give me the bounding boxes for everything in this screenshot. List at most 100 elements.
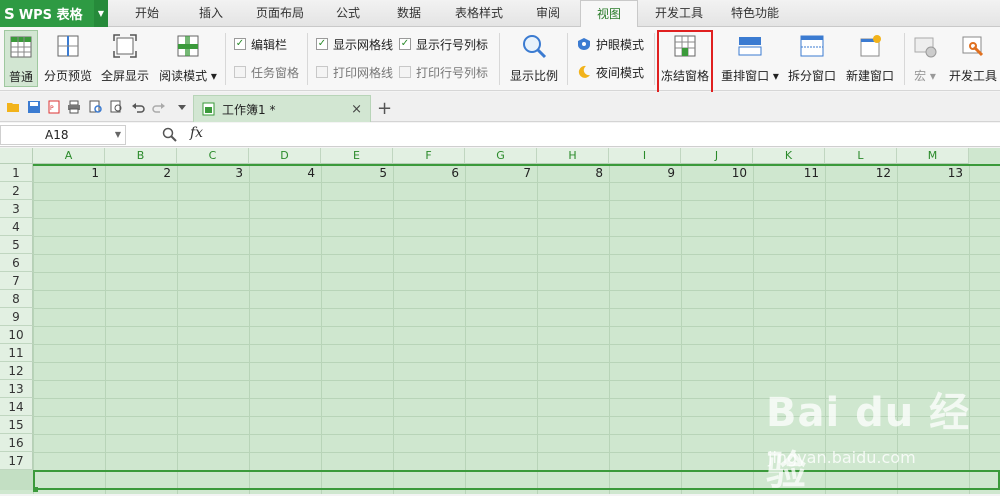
cell-value[interactable]: 12	[825, 165, 891, 182]
eye-protection-icon	[578, 38, 590, 50]
undo-icon[interactable]	[131, 100, 145, 114]
cell-value[interactable]: 1	[33, 165, 99, 182]
cell-value[interactable]: 8	[537, 165, 603, 182]
name-box-dropdown-icon[interactable]: ▼	[115, 126, 121, 144]
column-header[interactable]: G	[465, 148, 537, 164]
macro-label: 宏 ▾	[914, 69, 936, 83]
tab-developer[interactable]: 开发工具	[646, 0, 712, 27]
normal-view-button[interactable]: 普通	[4, 30, 38, 87]
open-folder-icon[interactable]	[6, 100, 20, 114]
page-break-preview-button[interactable]: 分页预览	[42, 30, 94, 87]
tab-home[interactable]: 开始	[122, 0, 172, 27]
cell-value[interactable]: 5	[321, 165, 387, 182]
row-header[interactable]: 17	[0, 452, 33, 470]
checkbox-checked-icon: ✓	[399, 38, 411, 50]
app-menu-button[interactable]: S WPS 表格 ▼	[0, 0, 108, 27]
developer-tools-label: 开发工具	[948, 69, 997, 83]
row-header[interactable]: 3	[0, 200, 33, 218]
row-header[interactable]: 11	[0, 344, 33, 362]
task-pane-checkbox[interactable]: 任务窗格	[234, 64, 299, 80]
row-header[interactable]: 1	[0, 164, 33, 182]
cell-value[interactable]: 2	[105, 165, 171, 182]
row-header[interactable]: 9	[0, 308, 33, 326]
row-header[interactable]: 12	[0, 362, 33, 380]
name-box[interactable]: A18 ▼	[0, 125, 126, 145]
macro-button[interactable]: 宏 ▾	[909, 30, 941, 87]
frozen-pane-divider	[33, 164, 1000, 166]
fill-handle[interactable]	[33, 487, 38, 492]
row-header[interactable]: 16	[0, 434, 33, 452]
full-screen-button[interactable]: 全屏显示	[99, 30, 151, 87]
save-icon[interactable]	[27, 100, 41, 114]
cell-value[interactable]: 4	[249, 165, 315, 182]
tab-insert[interactable]: 插入	[186, 0, 236, 27]
customize-dropdown-icon[interactable]	[175, 100, 189, 114]
app-menu-dropdown-icon[interactable]: ▼	[94, 0, 108, 27]
cell-value[interactable]: 9	[609, 165, 675, 182]
column-header[interactable]: L	[825, 148, 897, 164]
new-window-button[interactable]: 新建窗口	[843, 30, 897, 87]
edit-bar-checkbox[interactable]: ✓ 编辑栏	[234, 36, 287, 52]
column-header[interactable]: J	[681, 148, 753, 164]
row-header[interactable]: 7	[0, 272, 33, 290]
cell-value[interactable]: 10	[681, 165, 747, 182]
column-header[interactable]: K	[753, 148, 825, 164]
row-header[interactable]: 15	[0, 416, 33, 434]
close-tab-icon[interactable]: ×	[351, 102, 362, 117]
row-header[interactable]: 13	[0, 380, 33, 398]
row-header[interactable]: 4	[0, 218, 33, 236]
tab-view[interactable]: 视图	[580, 0, 638, 28]
column-header[interactable]: D	[249, 148, 321, 164]
column-header[interactable]: B	[105, 148, 177, 164]
developer-tools-button[interactable]: 开发工具	[946, 30, 1000, 87]
document-tab[interactable]: 工作簿1 * ×	[193, 95, 371, 122]
tab-review[interactable]: 审阅	[528, 0, 568, 27]
eye-protection-button[interactable]: 护眼模式	[577, 36, 644, 52]
row-header[interactable]: 2	[0, 182, 33, 200]
night-mode-button[interactable]: 夜间模式	[577, 64, 644, 80]
show-row-col-headers-label: 显示行号列标	[416, 37, 489, 52]
cell-value[interactable]: 11	[753, 165, 819, 182]
column-header[interactable]: H	[537, 148, 609, 164]
cell-value[interactable]: 6	[393, 165, 459, 182]
formula-input[interactable]	[224, 125, 998, 145]
export-pdf-icon[interactable]: P	[47, 100, 61, 114]
reading-mode-button[interactable]: 阅读模式 ▾	[157, 30, 219, 87]
select-all-corner[interactable]	[0, 148, 33, 164]
column-header[interactable]: A	[33, 148, 105, 164]
cell-value[interactable]: 3	[177, 165, 243, 182]
preview-icon[interactable]	[110, 100, 124, 114]
column-header[interactable]: E	[321, 148, 393, 164]
row-header[interactable]: 6	[0, 254, 33, 272]
row-header[interactable]: 10	[0, 326, 33, 344]
split-window-button[interactable]: 拆分窗口	[785, 30, 839, 87]
column-header[interactable]: F	[393, 148, 465, 164]
row-header[interactable]: 5	[0, 236, 33, 254]
tab-formulas[interactable]: 公式	[326, 0, 370, 27]
arrange-windows-button[interactable]: 重排窗口 ▾	[719, 30, 781, 87]
show-gridlines-checkbox[interactable]: ✓ 显示网格线	[316, 36, 393, 52]
print-row-col-headers-checkbox[interactable]: 打印行号列标	[399, 64, 488, 80]
print-row-col-headers-label: 打印行号列标	[416, 65, 489, 80]
print-icon[interactable]	[67, 100, 81, 114]
zoom-button[interactable]: 显示比例	[506, 30, 562, 87]
tab-data[interactable]: 数据	[387, 0, 431, 27]
show-row-col-headers-checkbox[interactable]: ✓ 显示行号列标	[399, 36, 488, 52]
cell-value[interactable]: 7	[465, 165, 531, 182]
tab-special-features[interactable]: 特色功能	[722, 0, 788, 27]
tab-page-layout[interactable]: 页面布局	[250, 0, 310, 27]
new-tab-icon[interactable]: +	[377, 98, 392, 119]
row-header[interactable]: 8	[0, 290, 33, 308]
insert-function-icon[interactable]: fx	[190, 125, 203, 141]
column-header[interactable]: C	[177, 148, 249, 164]
cell-value[interactable]: 13	[897, 165, 963, 182]
column-header[interactable]: I	[609, 148, 681, 164]
column-header[interactable]: M	[897, 148, 969, 164]
tab-table-styles[interactable]: 表格样式	[447, 0, 511, 27]
print-preview-icon[interactable]	[89, 100, 103, 114]
print-gridlines-checkbox[interactable]: 打印网格线	[316, 64, 393, 80]
row-header[interactable]: 14	[0, 398, 33, 416]
find-icon[interactable]	[162, 127, 177, 142]
full-screen-label: 全屏显示	[100, 69, 149, 83]
redo-icon[interactable]	[152, 100, 166, 114]
